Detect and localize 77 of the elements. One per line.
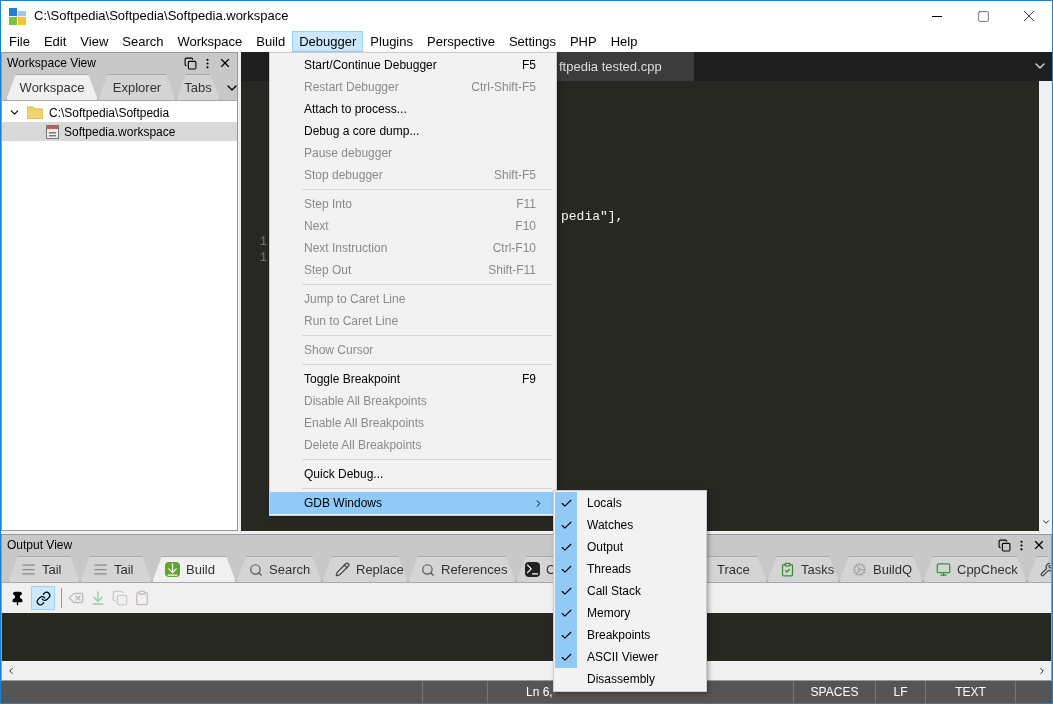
cursor-position: Ln 6, xyxy=(526,684,553,701)
menu-item[interactable]: Plugins xyxy=(363,31,420,52)
code-line: pedia"], xyxy=(561,209,624,224)
restore-icon[interactable] xyxy=(998,538,1011,552)
maximize-icon xyxy=(976,9,990,23)
pin-icon[interactable] xyxy=(10,590,25,606)
menu-entry[interactable]: Quick Debug... xyxy=(270,463,556,485)
folder-icon xyxy=(27,106,43,119)
menu-entry[interactable]: Call Stack xyxy=(554,580,706,602)
wrench-icon xyxy=(1040,562,1051,577)
panel-tab[interactable]: Workspace xyxy=(6,74,98,100)
output-tab[interactable]: Search xyxy=(236,556,322,582)
close-icon[interactable] xyxy=(1032,538,1046,552)
tree-item[interactable]: C:\Softpedia\Softpedia xyxy=(49,103,170,122)
menu-entry[interactable]: Debug a core dump... xyxy=(270,120,556,142)
terminal-icon xyxy=(525,562,540,577)
link-icon xyxy=(35,590,51,606)
scroll-down-icon[interactable] xyxy=(1040,517,1051,527)
line-number: 1 xyxy=(259,250,267,266)
search-icon xyxy=(421,562,435,577)
lines-icon xyxy=(21,562,36,577)
monitor-icon xyxy=(936,562,951,577)
file-mode: TEXT xyxy=(955,684,986,701)
menu-entry[interactable]: GDB Windows xyxy=(270,492,556,514)
app-logo-icon xyxy=(9,7,26,25)
menu-item[interactable]: Debugger xyxy=(292,31,364,52)
workspace-file-icon xyxy=(46,124,59,139)
output-tab[interactable]: Tail xyxy=(80,556,152,582)
panel-title: Output View xyxy=(7,537,73,554)
indent-mode: SPACES xyxy=(810,684,859,701)
menu-entry[interactable]: Output xyxy=(554,536,706,558)
menu-entry[interactable]: Locals xyxy=(554,492,706,514)
panel-title: Workspace View xyxy=(7,55,96,72)
output-tab[interactable] xyxy=(1027,556,1051,582)
link-button[interactable] xyxy=(31,586,55,610)
download-icon xyxy=(165,562,180,577)
menu-entry[interactable]: Breakpoints xyxy=(554,624,706,646)
scroll-right-icon[interactable] xyxy=(1037,665,1047,676)
menu-item[interactable]: Workspace xyxy=(170,31,250,52)
line-number: 1 xyxy=(259,234,267,250)
menu-item[interactable]: View xyxy=(73,31,116,52)
output-tab[interactable]: Tail xyxy=(8,556,80,582)
menu-entry[interactable]: Memory xyxy=(554,602,706,624)
menu-item[interactable]: Settings xyxy=(501,31,563,52)
window-title: C:\Softpedia\Softpedia\Softpedia.workspace xyxy=(34,7,289,26)
output-tab[interactable]: Build xyxy=(152,556,236,582)
pencil-icon xyxy=(335,562,350,577)
tree-item[interactable]: Softpedia.workspace xyxy=(2,122,237,141)
menu-item[interactable]: Edit xyxy=(36,31,74,52)
menu-item[interactable]: File xyxy=(2,31,37,52)
restore-icon[interactable] xyxy=(184,56,197,70)
output-tab[interactable]: Tasks xyxy=(767,556,839,582)
panel-tab[interactable]: Tabs xyxy=(176,74,220,100)
lines-icon xyxy=(93,562,108,577)
output-tab[interactable]: BuildQ xyxy=(839,556,923,582)
search-icon xyxy=(249,562,263,577)
minimize-icon xyxy=(932,15,942,17)
menu-entry[interactable]: Toggle Breakpoint F9 xyxy=(270,368,556,390)
output-tab[interactable]: CppCheck xyxy=(923,556,1027,582)
gear-icon xyxy=(852,562,867,577)
output-tab[interactable]: Replace xyxy=(322,556,408,582)
menu-item[interactable]: Perspective xyxy=(420,31,502,52)
menu-entry[interactable]: Watches xyxy=(554,514,706,536)
close-icon[interactable] xyxy=(218,56,232,70)
menu-entry[interactable]: ASCII Viewer xyxy=(554,646,706,668)
menu-item[interactable]: Search xyxy=(115,31,171,52)
panel-tab[interactable]: Explorer xyxy=(98,74,176,100)
menu-item[interactable]: Build xyxy=(249,31,293,52)
menu-entry[interactable]: Attach to process... xyxy=(270,98,556,120)
menu-item[interactable]: Help xyxy=(603,31,645,52)
vertical-scrollbar[interactable] xyxy=(1039,81,1052,531)
output-tab[interactable]: References xyxy=(408,556,516,582)
clipboard-icon xyxy=(780,562,795,577)
menu-item[interactable]: PHP xyxy=(562,31,604,52)
line-ending: LF xyxy=(893,684,908,701)
menu-entry[interactable]: Disassembly xyxy=(554,668,706,690)
scroll-left-icon[interactable] xyxy=(6,665,16,676)
